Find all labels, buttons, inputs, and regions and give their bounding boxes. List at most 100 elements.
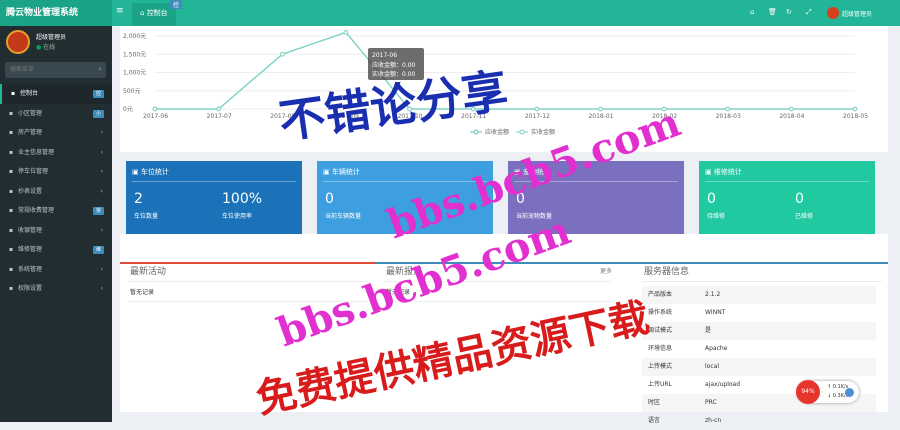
tab-badge: 控 <box>170 0 183 9</box>
x-tick-label: 2017-11 <box>461 113 486 120</box>
y-tick-label: 1,500元 <box>123 51 146 58</box>
legend-marker <box>473 129 479 135</box>
profile-status: ● 在线 <box>36 42 55 51</box>
server-info-row: 语言 zh-cn <box>642 412 876 430</box>
accelerate-button[interactable] <box>845 388 854 397</box>
server-info-value: local <box>705 363 719 370</box>
trash-icon[interactable]: 🗑 <box>768 8 777 16</box>
stat-column: 0 已维修 <box>795 191 875 220</box>
stat-label: 已维修 <box>795 213 814 220</box>
server-info-row: 环境信息 Apache <box>642 340 876 358</box>
activity-panel: 最新活动 暂无记录 <box>128 264 368 302</box>
lock-icon: ▪ <box>9 285 14 292</box>
car-icon: ▪ <box>9 168 14 175</box>
server-info-value: 是 <box>705 327 712 334</box>
app-title[interactable]: 腾云物业管理系统 <box>0 0 112 26</box>
sidebar-item-label: 停车位管理 <box>18 168 49 175</box>
online-dot-icon: ● <box>36 44 42 51</box>
search-input[interactable] <box>10 65 90 75</box>
sidebar-item-badge: 常 <box>92 207 104 215</box>
sidebar-item[interactable]: ▪ 小区管理 小 <box>0 104 112 124</box>
home-icon: ⌂ <box>140 9 145 17</box>
server-info-key: 上传模式 <box>648 363 673 370</box>
stat-column: 2 车位数量 <box>134 191 214 220</box>
refresh-icon[interactable]: ↻ <box>786 8 792 16</box>
sidebar: 超级管理员 ● 在线 ⌕ ▪ 控制台 控 ▪ 小区管理 小 ▪ 房产管理 ‹ ▪ 业主信息管理 ‹ ▪ 停… <box>0 26 112 422</box>
sidebar-item[interactable]: ▪ 业主信息管理 ‹ <box>0 143 112 163</box>
server-title: 服务器信息 <box>642 264 882 282</box>
network-monitor[interactable]: 94% ↑ 0.1K/s ↓ 0.3K/s <box>796 380 859 404</box>
wrench-icon: ▪ <box>9 246 14 253</box>
chevron-left-icon: ‹ <box>100 265 103 273</box>
house-icon: ▪ <box>9 129 14 136</box>
repair-more-link[interactable]: 更多 <box>600 266 612 275</box>
x-tick-label: 2018-05 <box>843 113 868 120</box>
user-avatar[interactable] <box>827 7 839 19</box>
sidebar-item[interactable]: ▪ 收银管理 ‹ <box>0 221 112 241</box>
data-point <box>407 106 412 112</box>
sidebar-item-label: 维修管理 <box>18 246 43 253</box>
sidebar-item[interactable]: ▪ 系统管理 ‹ <box>0 260 112 280</box>
sidebar-item[interactable]: ▪ 控制台 控 <box>0 84 112 104</box>
stat-title: ▣ 车辆统计 <box>323 167 487 182</box>
user-name[interactable]: 超级管理员 <box>842 9 872 18</box>
activity-title: 最新活动 <box>128 264 368 282</box>
stat-title-label: 车位统计 <box>140 168 169 176</box>
data-point <box>852 106 858 112</box>
stat-card: ▣ 车辆统计 0 当前车辆数量 <box>317 161 493 237</box>
data-point <box>725 106 731 112</box>
series-line <box>155 31 855 110</box>
x-tick-label: 2017-07 <box>207 113 232 120</box>
sidebar-menu: ▪ 控制台 控 ▪ 小区管理 小 ▪ 房产管理 ‹ ▪ 业主信息管理 ‹ ▪ 停车位管理 ‹ ▪ 抄表设置 ‹ ▪ 常… <box>0 84 112 299</box>
data-point <box>470 106 476 112</box>
server-info-key: 环境信息 <box>648 345 673 352</box>
sidebar-item[interactable]: ▪ 抄表设置 ‹ <box>0 182 112 202</box>
data-point <box>598 106 603 112</box>
x-tick-label: 2017-12 <box>525 113 550 120</box>
search-icon[interactable]: ⌕ <box>98 65 102 74</box>
sidebar-item[interactable]: ▪ 权限设置 ‹ <box>0 279 112 299</box>
x-tick-label: 2017-10 <box>398 113 423 120</box>
server-info-row: 产品版本 2.1.2 <box>642 286 876 304</box>
chevron-left-icon: ‹ <box>100 148 103 156</box>
server-info-row: 调试模式 是 <box>642 322 876 340</box>
data-point <box>789 106 794 112</box>
server-info-row: 上传模式 local <box>642 358 876 376</box>
y-tick-label: 0元 <box>123 106 133 113</box>
sidebar-item-label: 常规收费管理 <box>18 207 55 214</box>
expand-icon[interactable]: ⤢ <box>806 8 812 17</box>
x-tick-label: 2017-06 <box>143 113 168 120</box>
sidebar-item[interactable]: ▪ 停车位管理 ‹ <box>0 162 112 182</box>
server-info-key: 上传URL <box>648 381 672 388</box>
repair-title: 最新报修 <box>384 264 612 282</box>
stat-value: 0 <box>795 191 804 207</box>
stat-label: 当前宠物数量 <box>516 213 553 220</box>
truck-icon: ▣ <box>323 168 330 176</box>
x-tick-label: 2017-09 <box>334 113 359 120</box>
sidebar-item-badge: 小 <box>92 109 104 118</box>
home-icon[interactable]: ⌂ <box>750 8 754 16</box>
user-icon: ▪ <box>9 148 14 156</box>
sidebar-item[interactable]: ▪ 维修管理 维 <box>0 240 112 260</box>
repair-empty: 暂无记录 <box>384 282 612 302</box>
sidebar-item[interactable]: ▪ 常规收费管理 常 <box>0 201 112 221</box>
server-info-value: Apache <box>705 345 728 352</box>
stat-title-label: 宠物统计 <box>522 168 551 176</box>
sidebar-item-label: 业主信息管理 <box>18 148 55 156</box>
x-tick-label: 2018-03 <box>716 113 741 120</box>
stat-title: ▣ 维修统计 <box>705 167 869 182</box>
stat-label: 车位使用率 <box>222 213 253 220</box>
server-info-value: 2.1.2 <box>705 291 721 298</box>
data-point <box>534 106 540 112</box>
server-info-value: WINNT <box>705 309 726 316</box>
cashier-icon: ▪ <box>9 226 14 234</box>
stat-column: 0 当前车辆数量 <box>325 191 405 220</box>
sidebar-item[interactable]: ▪ 房产管理 ‹ <box>0 123 112 143</box>
hamburger-icon[interactable]: ≡ <box>116 6 124 16</box>
sidebar-item-badge: 控 <box>92 90 104 98</box>
stat-column: 0 当前宠物数量 <box>516 191 596 220</box>
server-info-row: 操作系统 WINNT <box>642 304 876 322</box>
stat-card: ▣ 宠物统计 0 当前宠物数量 <box>508 161 684 237</box>
legend-label: 应收金额 <box>485 128 509 136</box>
stat-title: ▣ 车位统计 <box>132 167 296 182</box>
